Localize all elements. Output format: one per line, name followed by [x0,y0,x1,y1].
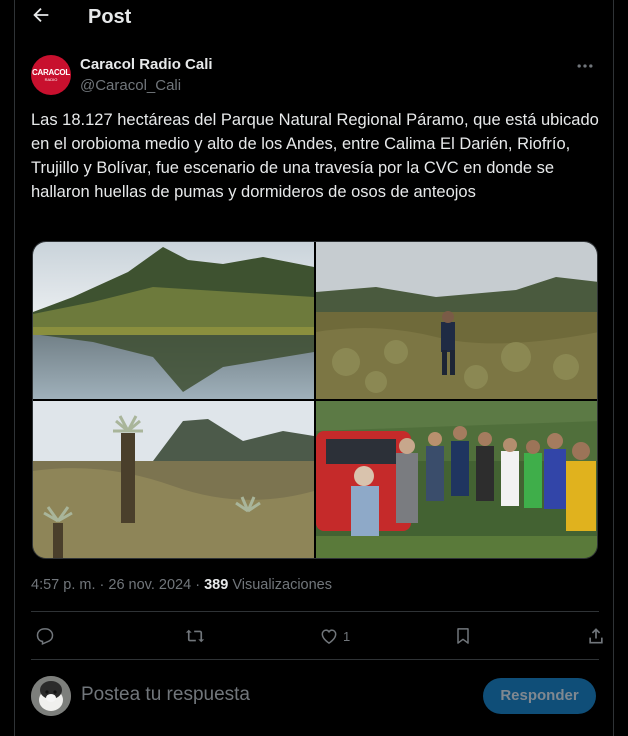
photo-hiker-paramo[interactable] [316,242,597,399]
author-avatar[interactable]: CARACOL RADIO [31,55,71,95]
reply-input[interactable]: Postea tu respuesta [81,684,461,710]
photo-lake-reflection[interactable] [33,242,314,399]
reply-submit-button[interactable]: Responder [483,678,596,714]
meta-separator: · [195,577,201,593]
more-options-button[interactable] [575,56,595,76]
user-avatar[interactable] [31,676,71,716]
photo-group-truck[interactable] [316,401,597,558]
share-icon [589,628,603,644]
views-count: 389 [204,577,229,593]
like-button[interactable]: 1 [319,625,350,647]
bookmark-button[interactable] [453,625,473,647]
photo-frailejones[interactable] [33,401,314,558]
top-bar: Post [15,0,615,36]
divider [31,611,599,612]
more-horizontal-icon [577,64,593,68]
avatar-logo-text: CARACOL [32,68,70,77]
arrow-left-icon [33,7,49,23]
post-column: Post CARACOL RADIO Caracol Radio Cali @C… [14,0,614,736]
avatar-logo-subtext: RADIO [44,77,58,82]
views-label: Visualizaciones [232,577,332,593]
meta-separator: · [99,577,105,593]
media-grid [32,241,598,559]
like-count: 1 [343,628,351,644]
back-button[interactable] [30,4,56,30]
author-handle[interactable]: @Caracol_Cali [80,77,181,94]
action-bar: 1 [31,620,603,652]
post-time[interactable]: 4:57 p. m. [31,577,95,593]
post-date[interactable]: 26 nov. 2024 [108,577,191,593]
post-meta: 4:57 p. m. · 26 nov. 2024 · 389 Visualiz… [31,577,332,593]
author-name[interactable]: Caracol Radio Cali [80,56,213,73]
repost-button[interactable] [185,625,205,647]
repost-icon [185,629,205,643]
bookmark-icon [457,628,469,644]
reply-button[interactable] [35,625,55,647]
page-title: Post [88,6,132,28]
divider [31,659,599,660]
share-button[interactable] [586,625,606,647]
reply-icon [36,628,54,646]
heart-icon [321,629,337,644]
post-text: Las 18.127 hectáreas del Parque Natural … [31,111,599,201]
